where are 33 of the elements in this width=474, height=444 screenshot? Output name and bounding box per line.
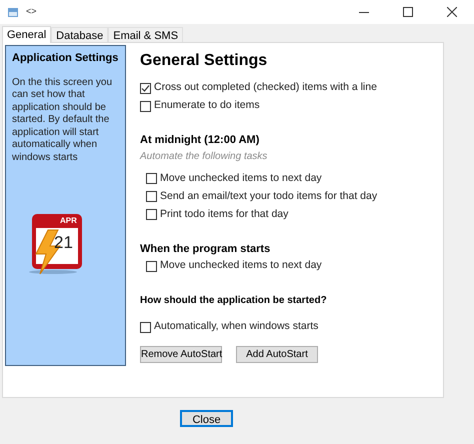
close-dialog-button[interactable]: Close <box>180 410 233 427</box>
checkbox[interactable] <box>140 322 151 332</box>
checkbox-label: Print todo items for that day <box>160 206 288 222</box>
group-heading: When the program starts <box>140 242 272 256</box>
checkbox-label: Cross out completed (checked) items with a line <box>154 80 377 96</box>
section-title: General Settings <box>140 51 268 71</box>
autostart-button[interactable]: Add AutoStart <box>236 346 318 363</box>
maximize-icon <box>403 7 413 17</box>
close-icon <box>447 7 457 17</box>
checkbox[interactable] <box>146 209 157 220</box>
checkbox-label: Send an email/text your todo items for that day <box>160 188 378 204</box>
hint-text: Automate the following tasks <box>140 150 268 164</box>
checkbox[interactable] <box>146 173 157 184</box>
window-title: <> <box>26 5 37 18</box>
checkbox-label: Enumerate to do items <box>154 98 260 114</box>
group-heading: How should the application be started? <box>140 294 328 308</box>
checkbox[interactable] <box>146 191 157 202</box>
checkbox-label: Automatically, when windows starts <box>154 319 318 334</box>
checkbox[interactable] <box>146 260 157 272</box>
month-label: APR <box>60 215 77 227</box>
window-icon <box>8 8 18 16</box>
tab[interactable]: Email & SMS <box>108 27 184 42</box>
autostart-button[interactable]: Remove AutoStart <box>140 346 222 363</box>
group-heading: At midnight (12:00 AM) <box>140 133 260 148</box>
checkbox-label: Move unchecked items to next day <box>160 170 322 186</box>
checkbox-label: Move unchecked items to next day <box>160 258 322 274</box>
checkbox[interactable] <box>140 82 151 94</box>
sidebar-title: Application Settings <box>12 51 119 66</box>
checkbox[interactable] <box>140 100 151 112</box>
sidebar-description: On the this screen you can set how that application should be started. By default the application will start automatically when windows starts <box>12 76 114 164</box>
tab[interactable]: General <box>2 26 52 43</box>
tab[interactable]: Database <box>51 27 108 42</box>
day-label: 21 <box>54 232 73 254</box>
